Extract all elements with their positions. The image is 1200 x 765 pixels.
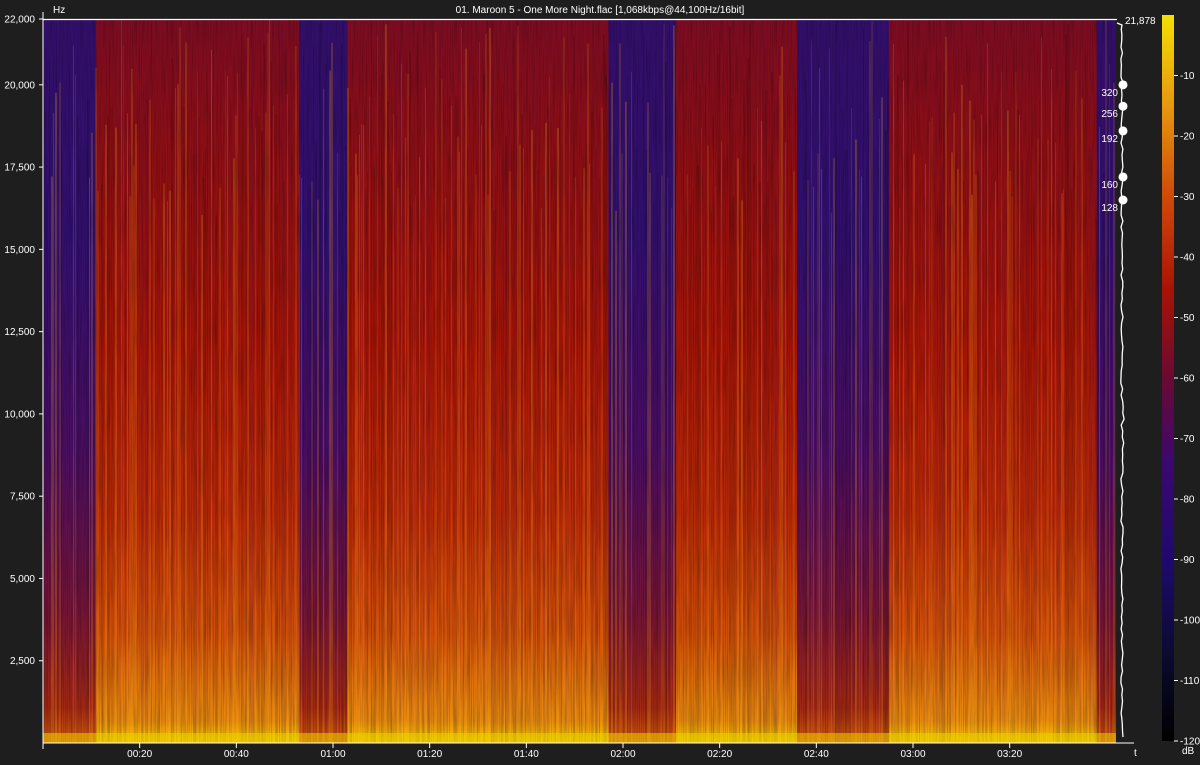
y-tick-label: 22,000	[4, 15, 35, 26]
y-tick-label: 12,500	[4, 327, 35, 338]
bitrate-marker-label: 160	[1101, 180, 1118, 191]
cutoff-label: 21,878	[1125, 16, 1156, 27]
x-tick-label: 03:00	[900, 749, 925, 760]
colorbar-ticks: -10-20-30-40-50-60-70-80-90-100-110-120	[1174, 71, 1200, 748]
y-tick-label: 15,000	[4, 245, 35, 256]
colorbar	[1162, 15, 1174, 741]
chart-title: 01. Maroon 5 - One More Night.flac [1,06…	[456, 5, 745, 16]
colorbar-tick-label: -10	[1180, 71, 1195, 82]
spectrogram-chart: 01. Maroon 5 - One More Night.flac [1,06…	[4, 5, 1200, 760]
x-tick-label: 01:20	[417, 749, 442, 760]
bitrate-marker-dot	[1118, 80, 1128, 90]
bitrate-marker-label: 192	[1101, 134, 1118, 145]
spectrogram-plot	[43, 19, 1116, 743]
bitrate-marker-dot	[1118, 101, 1128, 111]
x-axis-ticks: 00:20 00:40 01:00 01:20 01:40 02:00 02:20 02:40…	[42, 743, 1023, 760]
bitrate-marker-label: 320	[1101, 88, 1118, 99]
colorbar-tick-label: -30	[1180, 192, 1195, 203]
y-axis-label: Hz	[53, 5, 65, 16]
x-tick-label: 00:20	[127, 749, 152, 760]
x-tick-label: 00:40	[224, 749, 249, 760]
bitrate-marker-label: 128	[1101, 203, 1118, 214]
bitrate-marker-label: 256	[1101, 109, 1118, 120]
bitrate-marker-dot	[1118, 195, 1128, 205]
bottom-band	[43, 733, 1116, 743]
colorbar-tick-label: -40	[1180, 253, 1195, 264]
x-tick-label: 03:20	[997, 749, 1022, 760]
y-tick-label: 2,500	[10, 656, 35, 667]
y-tick-label: 20,000	[4, 80, 35, 91]
x-tick-label: 02:00	[610, 749, 635, 760]
y-tick-label: 7,500	[10, 492, 35, 503]
colorbar-tick-label: -20	[1180, 132, 1195, 143]
colorbar-tick-label: -80	[1180, 495, 1195, 506]
bitrate-marker-dot	[1118, 126, 1128, 136]
bitrate-marker-dot	[1118, 172, 1128, 182]
x-tick-label: 01:00	[320, 749, 345, 760]
colorbar-unit-label: dB	[1182, 746, 1195, 757]
x-tick-label: 02:20	[707, 749, 732, 760]
colorbar-tick-label: -110	[1180, 676, 1200, 687]
y-tick-label: 5,000	[10, 574, 35, 585]
y-axis-ticks: 2,500 5,000 7,500 10,000 12,500 15,000 17,500 2…	[4, 15, 43, 667]
colorbar-tick-label: -90	[1180, 555, 1195, 566]
x-tick-label: 02:40	[804, 749, 829, 760]
colorbar-tick-label: -50	[1180, 313, 1195, 324]
y-tick-label: 17,500	[4, 163, 35, 174]
x-axis-label: t	[1134, 748, 1137, 759]
colorbar-tick-label: -70	[1180, 434, 1195, 445]
spectrogram-noise	[43, 19, 1116, 743]
spectrogram-window: 01. Maroon 5 - One More Night.flac [1,06…	[0, 0, 1200, 760]
colorbar-tick-label: -100	[1180, 616, 1200, 627]
colorbar-tick-label: -60	[1180, 374, 1195, 385]
y-tick-label: 10,000	[4, 409, 35, 420]
x-tick-label: 01:40	[514, 749, 539, 760]
